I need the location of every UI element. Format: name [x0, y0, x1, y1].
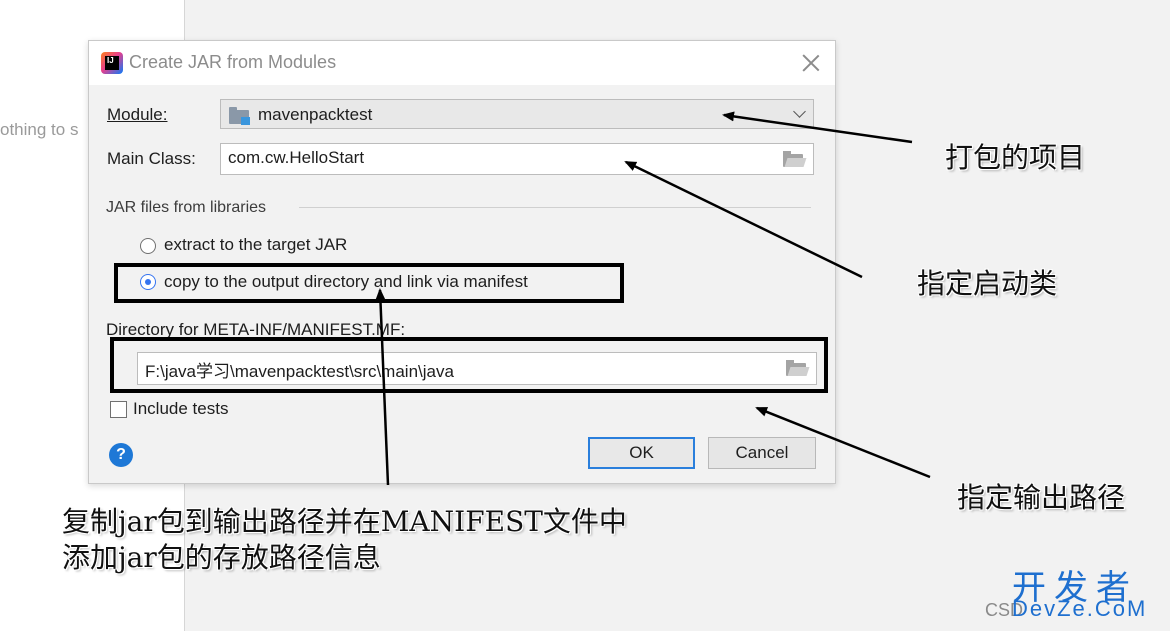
libraries-section-title: JAR files from libraries — [106, 199, 267, 216]
create-jar-dialog: IJ Create JAR from Modules Module: maven… — [88, 40, 836, 484]
ok-button[interactable]: OK — [588, 437, 695, 469]
include-tests-checkbox[interactable] — [110, 401, 127, 418]
module-value: mavenpacktest — [258, 105, 373, 124]
editor-hint-text: othing to s — [0, 120, 79, 139]
section-divider — [299, 207, 811, 208]
module-combobox[interactable]: mavenpacktest — [220, 99, 814, 129]
dialog-titlebar: IJ Create JAR from Modules — [89, 41, 835, 85]
help-icon[interactable]: ? — [109, 443, 133, 467]
main-class-field[interactable]: com.cw.HelloStart — [220, 143, 814, 175]
module-note: 打包的项目 — [945, 141, 1086, 174]
dialog-title: Create JAR from Modules — [129, 52, 337, 72]
cancel-button[interactable]: Cancel — [708, 437, 816, 469]
folder-icon[interactable] — [783, 151, 807, 167]
output-note: 指定输出路径 — [957, 481, 1126, 514]
manifest-dir-highlight — [110, 337, 828, 393]
module-label: Module: — [107, 105, 168, 124]
watermark-site: DevZe.CoM — [1012, 596, 1148, 621]
include-tests-label[interactable]: Include tests — [133, 399, 228, 419]
main-class-note: 指定启动类 — [917, 267, 1058, 300]
main-class-value: com.cw.HelloStart — [228, 148, 365, 167]
extract-radio[interactable] — [140, 238, 156, 254]
close-icon[interactable] — [801, 53, 821, 73]
main-class-label: Main Class: — [107, 149, 196, 168]
app-logo-icon: IJ — [101, 52, 123, 74]
chevron-down-icon[interactable] — [793, 105, 806, 118]
copy-option-highlight — [114, 263, 624, 303]
copy-note-line2: 添加jar包的存放路径信息 — [62, 541, 381, 574]
copy-note-line1: 复制jar包到输出路径并在MANIFEST文件中 — [62, 505, 627, 538]
extract-radio-label[interactable]: extract to the target JAR — [164, 235, 347, 255]
module-icon — [229, 107, 251, 125]
